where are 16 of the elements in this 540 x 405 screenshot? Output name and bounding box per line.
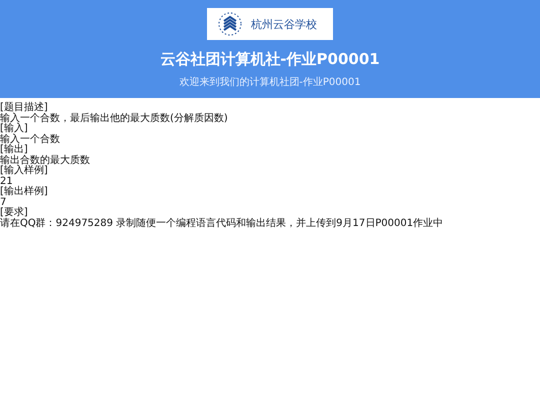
emblem-icon: [217, 11, 243, 37]
page-subtitle: 欢迎来到我们的计算机社团-作业P00001: [179, 76, 361, 89]
page-title: 云谷社团计算机社-作业P00001: [160, 50, 380, 69]
content-line: 输入一个合数: [0, 134, 61, 144]
content-line: 输入一个合数，最后输出他的最大质数(分解质因数): [0, 114, 229, 124]
logo-text: 杭州云谷学校: [251, 16, 317, 32]
content-line: [输出]: [0, 145, 29, 155]
content-line: [输入]: [0, 124, 29, 134]
content-line: 21: [0, 176, 13, 186]
content-line: [要求]: [0, 208, 29, 218]
content-line: [题目描述]: [0, 103, 49, 113]
content-line: [输入样例]: [0, 166, 49, 176]
content-line: [输出样例]: [0, 187, 49, 198]
content-line: 7: [0, 198, 6, 208]
content-line: 请在QQ群：924975289 录制随便一个编程语言代码和输出结果，并上传到9月17日P00001作业中: [0, 218, 444, 229]
content-line: 输出合数的最大质数: [0, 156, 91, 166]
